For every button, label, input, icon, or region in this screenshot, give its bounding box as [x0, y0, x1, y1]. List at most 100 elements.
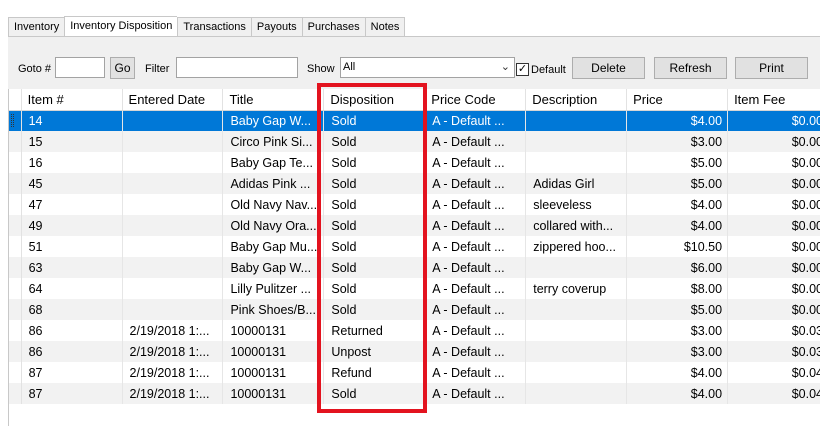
- item-fee-cell[interactable]: $0.04: [727, 383, 820, 404]
- entered-date-cell[interactable]: 2/19/2018 1:...: [122, 320, 224, 341]
- tab-inventory-disposition[interactable]: Inventory Disposition: [64, 16, 178, 37]
- price-code-cell[interactable]: A - Default ...: [424, 383, 527, 404]
- description-cell[interactable]: sleeveless: [525, 194, 628, 215]
- price-cell[interactable]: $4.00: [626, 215, 729, 236]
- description-cell[interactable]: [525, 383, 628, 404]
- price-code-cell[interactable]: A - Default ...: [424, 278, 527, 299]
- price-cell[interactable]: $3.00: [626, 341, 729, 362]
- disposition-cell[interactable]: Sold: [323, 236, 426, 257]
- price-code-cell[interactable]: A - Default ...: [424, 320, 527, 341]
- description-cell[interactable]: [525, 152, 628, 173]
- column-header-disposition[interactable]: Disposition: [323, 89, 426, 111]
- title-cell[interactable]: 10000131: [222, 341, 325, 362]
- title-cell[interactable]: Baby Gap W...: [222, 110, 325, 131]
- item-number-cell[interactable]: 47: [21, 194, 123, 215]
- entered-date-cell[interactable]: [122, 131, 224, 152]
- table-row[interactable]: 63 Baby Gap W... Sold A - Default ... $6.00 $…: [9, 257, 820, 278]
- item-number-cell[interactable]: 86: [21, 341, 123, 362]
- description-cell[interactable]: terry coverup: [525, 278, 628, 299]
- price-cell[interactable]: $4.00: [626, 194, 729, 215]
- item-fee-cell[interactable]: $0.00: [727, 257, 820, 278]
- row-selector[interactable]: [9, 131, 22, 152]
- table-row[interactable]: 86 2/19/2018 1:... 10000131 Returned A - Def…: [9, 320, 820, 341]
- item-number-cell[interactable]: 68: [21, 299, 123, 320]
- price-cell[interactable]: $3.00: [626, 320, 729, 341]
- filter-input[interactable]: [176, 57, 298, 78]
- description-cell[interactable]: [525, 341, 628, 362]
- disposition-cell[interactable]: Sold: [323, 194, 426, 215]
- title-cell[interactable]: Baby Gap Te...: [222, 152, 325, 173]
- price-code-cell[interactable]: A - Default ...: [424, 362, 527, 383]
- table-row[interactable]: 86 2/19/2018 1:... 10000131 Unpost A - Defau…: [9, 341, 820, 362]
- title-cell[interactable]: 10000131: [222, 383, 325, 404]
- disposition-cell[interactable]: Refund: [323, 362, 426, 383]
- column-header-price-code[interactable]: Price Code: [424, 89, 527, 111]
- item-number-cell[interactable]: 15: [21, 131, 123, 152]
- entered-date-cell[interactable]: 2/19/2018 1:...: [122, 362, 224, 383]
- price-code-cell[interactable]: A - Default ...: [424, 131, 527, 152]
- disposition-cell[interactable]: Sold: [323, 173, 426, 194]
- disposition-cell[interactable]: Sold: [323, 110, 426, 131]
- item-fee-cell[interactable]: $0.00: [727, 131, 820, 152]
- tab-transactions[interactable]: Transactions: [177, 17, 251, 37]
- refresh-button[interactable]: Refresh: [654, 57, 727, 79]
- item-fee-cell[interactable]: $0.00: [727, 278, 820, 299]
- description-cell[interactable]: [525, 257, 628, 278]
- entered-date-cell[interactable]: [122, 173, 224, 194]
- disposition-cell[interactable]: Sold: [323, 278, 426, 299]
- title-cell[interactable]: Adidas Pink ...: [222, 173, 325, 194]
- chevron-down-icon[interactable]: ⌄: [501, 58, 510, 77]
- item-fee-cell[interactable]: $0.00: [727, 215, 820, 236]
- row-selector[interactable]: [9, 194, 22, 215]
- item-number-cell[interactable]: 45: [21, 173, 123, 194]
- table-row[interactable]: 16 Baby Gap Te... Sold A - Default ... $5.00…: [9, 152, 820, 173]
- row-selector[interactable]: [9, 383, 22, 404]
- column-header-title[interactable]: Title: [222, 89, 325, 111]
- tab-purchases[interactable]: Purchases: [301, 17, 365, 37]
- entered-date-cell[interactable]: [122, 299, 224, 320]
- price-cell[interactable]: $10.50: [626, 236, 729, 257]
- column-header-description[interactable]: Description: [525, 89, 628, 111]
- price-code-cell[interactable]: A - Default ...: [424, 341, 527, 362]
- disposition-cell[interactable]: Returned: [323, 320, 426, 341]
- entered-date-cell[interactable]: [122, 152, 224, 173]
- entered-date-cell[interactable]: [122, 236, 224, 257]
- show-select[interactable]: All ⌄: [340, 57, 515, 78]
- title-cell[interactable]: Old Navy Nav...: [222, 194, 325, 215]
- description-cell[interactable]: collared with...: [525, 215, 628, 236]
- tab-inventory[interactable]: Inventory: [8, 17, 65, 37]
- title-cell[interactable]: Pink Shoes/B...: [222, 299, 325, 320]
- price-cell[interactable]: $8.00: [626, 278, 729, 299]
- title-cell[interactable]: 10000131: [222, 320, 325, 341]
- disposition-cell[interactable]: Sold: [323, 299, 426, 320]
- item-fee-cell[interactable]: $0.00: [727, 173, 820, 194]
- disposition-cell[interactable]: Sold: [323, 257, 426, 278]
- entered-date-cell[interactable]: 2/19/2018 1:...: [122, 341, 224, 362]
- tab-notes[interactable]: Notes: [364, 17, 406, 37]
- title-cell[interactable]: Lilly Pulitzer ...: [222, 278, 325, 299]
- title-cell[interactable]: Circo Pink Si...: [222, 131, 325, 152]
- item-number-cell[interactable]: 16: [21, 152, 123, 173]
- price-code-cell[interactable]: A - Default ...: [424, 194, 527, 215]
- price-cell[interactable]: $6.00: [626, 257, 729, 278]
- item-number-cell[interactable]: 86: [21, 320, 123, 341]
- column-header-price[interactable]: Price: [626, 89, 729, 111]
- entered-date-cell[interactable]: [122, 257, 224, 278]
- print-button[interactable]: Print: [735, 57, 808, 79]
- price-cell[interactable]: $4.00: [626, 383, 729, 404]
- item-fee-cell[interactable]: $0.04: [727, 362, 820, 383]
- table-row[interactable]: 49 Old Navy Ora... Sold A - Default ... coll…: [9, 215, 820, 236]
- item-number-cell[interactable]: 87: [21, 362, 123, 383]
- price-code-cell[interactable]: A - Default ...: [424, 173, 527, 194]
- disposition-cell[interactable]: Sold: [323, 152, 426, 173]
- row-selector[interactable]: [9, 236, 22, 257]
- price-code-cell[interactable]: A - Default ...: [424, 215, 527, 236]
- title-cell[interactable]: Baby Gap W...: [222, 257, 325, 278]
- table-row[interactable]: 64 Lilly Pulitzer ... Sold A - Default ... t…: [9, 278, 820, 299]
- disposition-cell[interactable]: Sold: [323, 131, 426, 152]
- disposition-cell[interactable]: Sold: [323, 215, 426, 236]
- price-cell[interactable]: $5.00: [626, 299, 729, 320]
- go-button[interactable]: Go: [110, 57, 135, 79]
- row-selector[interactable]: [9, 215, 22, 236]
- item-fee-cell[interactable]: $0.03: [727, 341, 820, 362]
